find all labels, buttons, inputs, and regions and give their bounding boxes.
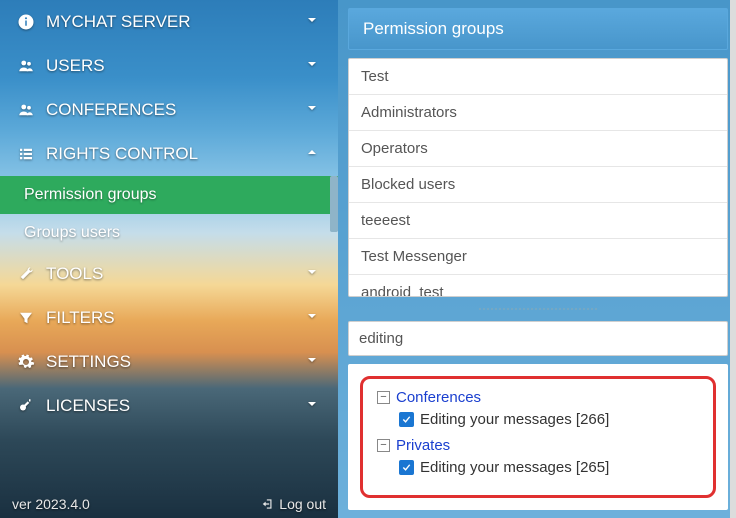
nav-label: SETTINGS	[46, 352, 131, 372]
nav-label: LICENSES	[46, 396, 130, 416]
nav-filters[interactable]: FILTERS	[0, 296, 338, 340]
tree-group-privates: − Privates Editing your messages [265]	[377, 435, 699, 479]
sub-groups-users[interactable]: Groups users	[0, 214, 338, 252]
chevron-down-icon	[304, 352, 324, 372]
nav-label: USERS	[46, 56, 105, 76]
collapse-icon[interactable]: −	[377, 391, 390, 404]
nav-conferences[interactable]: CONFERENCES	[0, 88, 338, 132]
sidebar-footer: ver 2023.4.0 Log out	[0, 488, 338, 518]
tree-item-label: Editing your messages [266]	[420, 411, 609, 428]
group-row[interactable]: Test Messenger	[349, 239, 727, 275]
right-scrollbar[interactable]	[730, 0, 736, 518]
chevron-down-icon	[304, 396, 324, 416]
chevron-up-icon	[304, 144, 324, 164]
tree-group-label[interactable]: Privates	[396, 437, 450, 454]
sidebar-nav: MYCHAT SERVER USERS CONFERENCES RIGHTS C…	[0, 0, 338, 488]
nav-mychat-server[interactable]: MYCHAT SERVER	[0, 0, 338, 44]
users-icon	[14, 57, 38, 75]
nav-label: CONFERENCES	[46, 100, 176, 120]
info-icon	[14, 13, 38, 31]
nav-users[interactable]: USERS	[0, 44, 338, 88]
group-row[interactable]: Test	[349, 59, 727, 95]
chevron-down-icon	[304, 308, 324, 328]
search-input[interactable]	[359, 330, 717, 347]
logout-icon	[261, 497, 275, 511]
nav-rights-control[interactable]: RIGHTS CONTROL	[0, 132, 338, 176]
chevron-down-icon	[304, 100, 324, 120]
checkbox-checked-icon[interactable]	[399, 460, 414, 475]
group-row[interactable]: Blocked users	[349, 167, 727, 203]
nav-label: TOOLS	[46, 264, 103, 284]
chevron-down-icon	[304, 264, 324, 284]
resize-handle[interactable]	[348, 305, 728, 313]
nav-settings[interactable]: SETTINGS	[0, 340, 338, 384]
nav-tools[interactable]: TOOLS	[0, 252, 338, 296]
tree-group-conferences: − Conferences Editing your messages [266…	[377, 387, 699, 431]
nav-label: RIGHTS CONTROL	[46, 144, 198, 164]
group-row[interactable]: teeeest	[349, 203, 727, 239]
chevron-down-icon	[304, 56, 324, 76]
tree-item-label: Editing your messages [265]	[420, 459, 609, 476]
highlight-box: − Conferences Editing your messages [266…	[360, 376, 716, 498]
filter-icon	[14, 309, 38, 327]
list-icon	[14, 145, 38, 163]
groups-list: Test Administrators Operators Blocked us…	[348, 58, 728, 297]
chevron-down-icon	[304, 12, 324, 32]
panel-header: Permission groups	[348, 8, 728, 50]
nav-label: MYCHAT SERVER	[46, 12, 191, 32]
tree-item[interactable]: Editing your messages [266]	[399, 408, 699, 431]
tree-group-label[interactable]: Conferences	[396, 389, 481, 406]
nav-licenses[interactable]: LICENSES	[0, 384, 338, 428]
group-row[interactable]: Administrators	[349, 95, 727, 131]
wrench-icon	[14, 265, 38, 283]
group-row[interactable]: Operators	[349, 131, 727, 167]
group-row[interactable]: android_test	[349, 275, 727, 297]
sidebar: MYCHAT SERVER USERS CONFERENCES RIGHTS C…	[0, 0, 338, 518]
users-icon	[14, 101, 38, 119]
sub-scrollbar[interactable]	[330, 176, 338, 232]
collapse-icon[interactable]: −	[377, 439, 390, 452]
main-content: Permission groups Test Administrators Op…	[338, 0, 736, 518]
logout-label: Log out	[279, 496, 326, 512]
nav-label: FILTERS	[46, 308, 115, 328]
logout-link[interactable]: Log out	[261, 496, 326, 512]
nav-rights-sub: Permission groups Groups users	[0, 176, 338, 252]
version-label: ver 2023.4.0	[12, 496, 90, 512]
tree-item[interactable]: Editing your messages [265]	[399, 456, 699, 479]
permissions-tree: − Conferences Editing your messages [266…	[348, 364, 728, 510]
checkbox-checked-icon[interactable]	[399, 412, 414, 427]
sub-permission-groups[interactable]: Permission groups	[0, 176, 338, 214]
search-box[interactable]	[348, 321, 728, 356]
gear-icon	[14, 353, 38, 371]
key-icon	[14, 397, 38, 415]
